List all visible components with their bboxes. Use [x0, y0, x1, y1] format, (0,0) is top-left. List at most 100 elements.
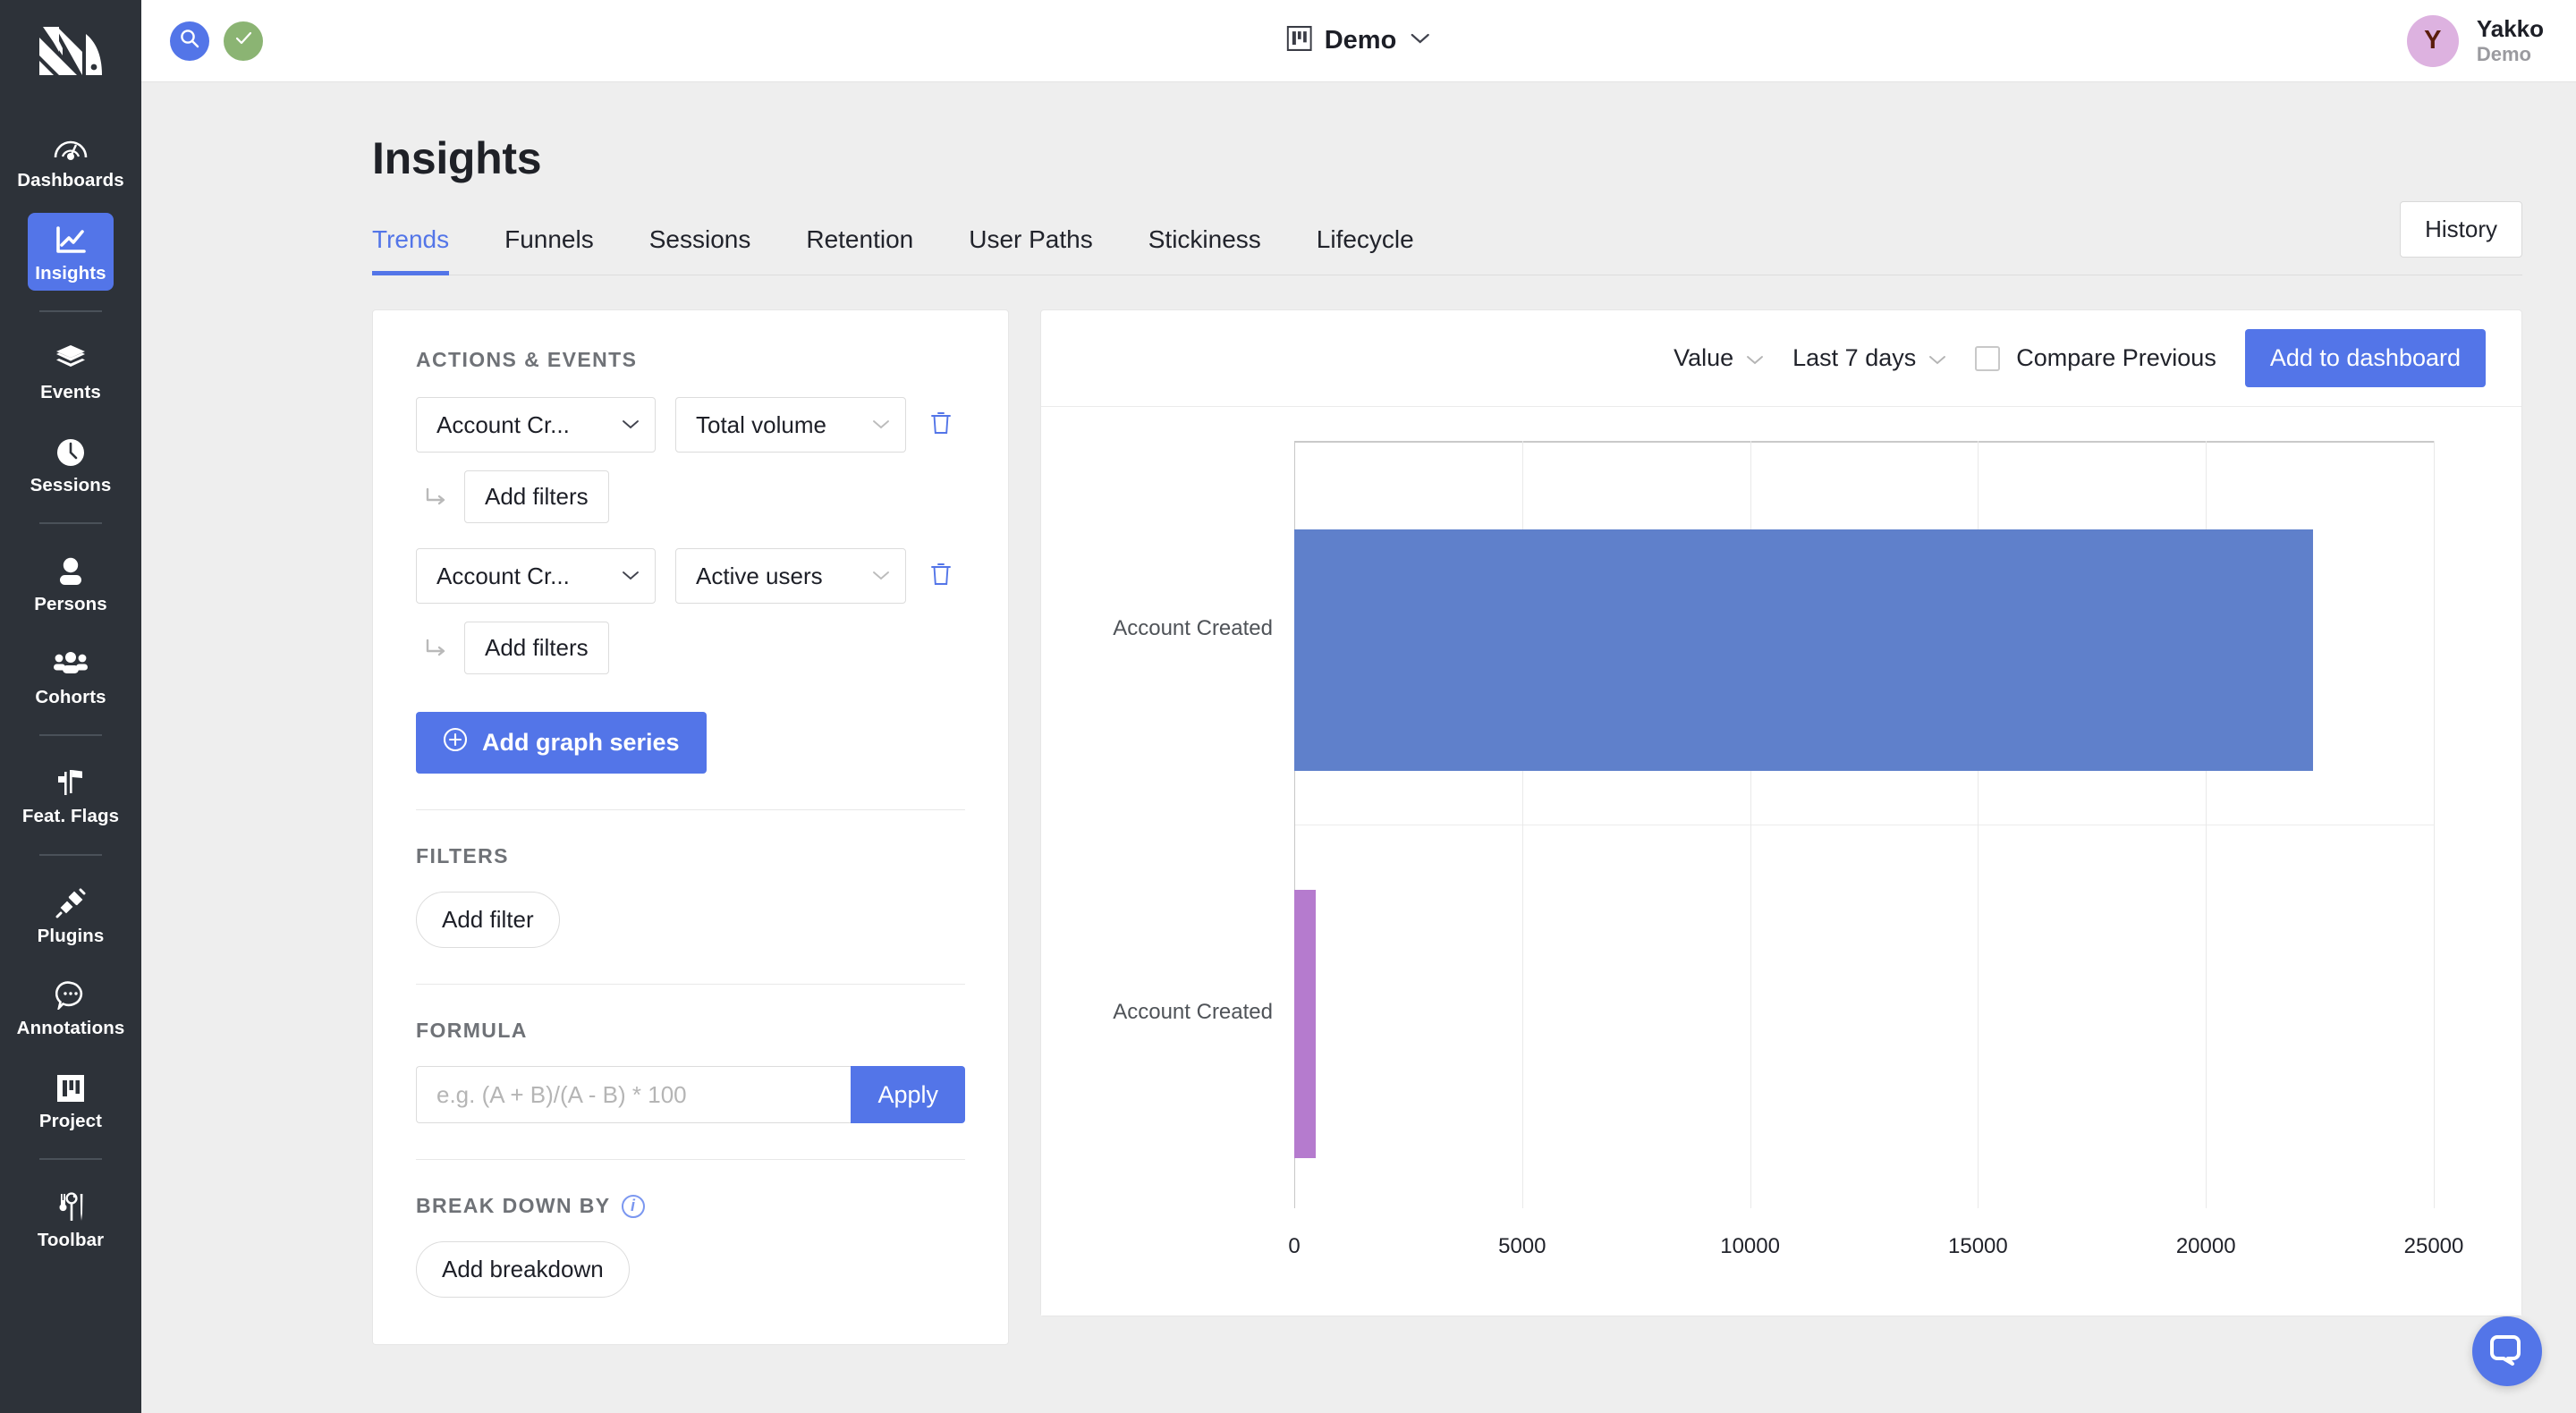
sidebar-item-sessions[interactable]: Sessions: [28, 425, 114, 503]
event-select-1-value: Account Cr...: [436, 410, 570, 438]
add-filters-button-2[interactable]: Add filters: [464, 622, 609, 674]
x-tick-label: 0: [1288, 1234, 1301, 1258]
sidebar-item-cohorts[interactable]: Cohorts: [28, 637, 114, 715]
sidebar-item-annotations[interactable]: Annotations: [17, 968, 124, 1046]
add-graph-series-label: Add graph series: [482, 729, 680, 756]
series-2-filter-row: Add filters: [416, 622, 965, 674]
posthog-hedgehog-logo-icon[interactable]: [28, 18, 114, 84]
chevron-down-icon: [1746, 344, 1764, 372]
layers-icon: [51, 342, 90, 377]
chart-gridline: [2434, 441, 2435, 1208]
date-range-select[interactable]: Last 7 days: [1792, 344, 1946, 372]
sidebar-item-label: Sessions: [30, 474, 112, 495]
compare-previous-label: Compare Previous: [2016, 344, 2216, 371]
support-chat-button[interactable]: [2472, 1316, 2542, 1386]
chevron-down-icon: [872, 415, 890, 436]
sidebar-divider: [39, 853, 102, 856]
check-circle-icon: [232, 27, 255, 55]
sidebar-item-plugins[interactable]: Plugins: [28, 876, 114, 954]
breakdown-label-row: BREAK DOWN BY i: [416, 1194, 965, 1218]
tab-funnels[interactable]: Funnels: [504, 225, 594, 275]
add-filters-button-1[interactable]: Add filters: [464, 470, 609, 523]
compare-previous-toggle[interactable]: Compare Previous: [1975, 344, 2216, 372]
sidebar-item-dashboards[interactable]: Dashboards: [17, 120, 124, 199]
insight-chart-panel: Value Last 7 days Compare Previous Add t…: [1040, 309, 2522, 1316]
tab-user-paths[interactable]: User Paths: [969, 225, 1093, 275]
compare-previous-checkbox[interactable]: [1975, 345, 2001, 371]
sidebar-item-toolbar[interactable]: Toolbar: [28, 1180, 114, 1258]
delete-series-1-button[interactable]: [926, 410, 956, 440]
math-select-2[interactable]: Active users: [675, 548, 906, 604]
insight-filters-panel: ACTIONS & EVENTS Account Cr... Total vol…: [372, 309, 1009, 1345]
tab-trends[interactable]: Trends: [372, 225, 450, 275]
math-select-1[interactable]: Total volume: [675, 397, 906, 453]
display-mode-select[interactable]: Value: [1674, 344, 1764, 372]
filters-label: FILTERS: [416, 844, 509, 867]
actions-events-label: ACTIONS & EVENTS: [416, 348, 638, 371]
people-group-icon: [51, 647, 90, 682]
sidebar-item-label: Annotations: [16, 1018, 125, 1038]
add-graph-series-button[interactable]: Add graph series: [416, 712, 707, 774]
tab-retention[interactable]: Retention: [806, 225, 913, 275]
sidebar-item-events[interactable]: Events: [28, 332, 114, 410]
add-filter-button[interactable]: Add filter: [416, 892, 560, 948]
chart-bar-active-users[interactable]: [1294, 889, 1316, 1159]
sidebar-item-label: Persons: [34, 594, 107, 614]
search-button[interactable]: [170, 21, 209, 61]
chevron-down-icon: [1409, 31, 1430, 50]
chart-top-axis-line: [1294, 441, 2434, 443]
system-status-button[interactable]: [224, 21, 263, 61]
user-menu[interactable]: Y Yakko Demo: [2406, 14, 2576, 67]
x-tick-label: 20000: [2175, 1234, 2236, 1258]
chevron-down-icon: [1928, 344, 1946, 372]
user-organization: Demo: [2476, 42, 2531, 65]
main-column: Demo Y Yakko Demo Insights Trends Funnel…: [141, 0, 2576, 1413]
add-to-dashboard-button[interactable]: Add to dashboard: [2244, 329, 2486, 387]
search-icon: [179, 28, 200, 54]
sidebar-item-project[interactable]: Project: [28, 1061, 114, 1139]
person-icon: [51, 554, 90, 589]
chart-x-axis-labels: 0 5000 10000 15000 20000 25000: [1288, 1234, 2463, 1270]
trash-icon: [930, 410, 952, 440]
chart-bar-total-volume[interactable]: [1294, 529, 2314, 771]
math-select-2-value: Active users: [696, 562, 823, 589]
sidebar-item-feature-flags[interactable]: Feat. Flags: [22, 756, 119, 834]
breakdown-label: BREAK DOWN BY: [416, 1194, 611, 1217]
x-tick-label: 10000: [1720, 1234, 1780, 1258]
sidebar-item-label: Project: [38, 1110, 103, 1131]
sidebar-item-insights[interactable]: Insights: [28, 212, 114, 291]
insight-content: ACTIONS & EVENTS Account Cr... Total vol…: [141, 275, 2576, 1345]
chart-y-axis-labels: Account Created Account Created: [1041, 441, 1294, 1208]
event-select-2[interactable]: Account Cr...: [416, 548, 656, 604]
line-chart-icon: [51, 223, 90, 258]
panel-divider: [416, 1159, 965, 1160]
chevron-down-icon: [622, 566, 640, 587]
add-breakdown-button[interactable]: Add breakdown: [416, 1241, 630, 1298]
x-tick-label: 25000: [2403, 1234, 2464, 1258]
event-select-2-value: Account Cr...: [436, 562, 570, 589]
sidebar-divider: [39, 734, 102, 736]
sidebar-item-label: Toolbar: [37, 1230, 105, 1250]
history-button[interactable]: History: [2400, 201, 2522, 258]
tab-sessions[interactable]: Sessions: [649, 225, 751, 275]
apply-formula-button[interactable]: Apply: [851, 1066, 965, 1123]
sidebar: Dashboards Insights Events Sessions Pers…: [0, 0, 141, 1413]
tab-lifecycle[interactable]: Lifecycle: [1317, 225, 1414, 275]
plug-icon: [51, 885, 90, 921]
event-select-1[interactable]: Account Cr...: [416, 397, 656, 453]
sidebar-item-persons[interactable]: Persons: [28, 544, 114, 622]
formula-input[interactable]: [416, 1066, 852, 1123]
series-row-2: Account Cr... Active users: [416, 548, 965, 604]
branch-arrow-icon: [421, 482, 452, 512]
sidebar-item-label: Plugins: [37, 925, 105, 946]
delete-series-2-button[interactable]: [926, 561, 956, 591]
clock-icon: [51, 435, 90, 470]
tab-stickiness[interactable]: Stickiness: [1148, 225, 1261, 275]
info-circle-icon[interactable]: i: [621, 1194, 645, 1218]
date-range-value: Last 7 days: [1792, 344, 1917, 371]
branch-arrow-icon: [421, 633, 452, 664]
sidebar-divider: [39, 522, 102, 524]
project-board-icon: [51, 1070, 90, 1106]
project-switcher[interactable]: Demo: [1286, 26, 1431, 55]
sidebar-item-label: Dashboards: [17, 170, 124, 190]
